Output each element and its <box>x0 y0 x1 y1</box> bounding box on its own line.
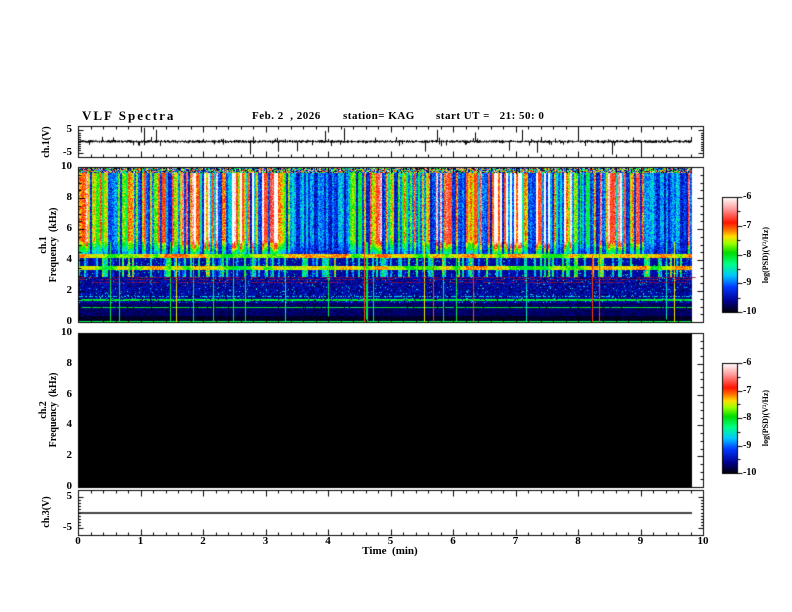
ch2-frequency-label: Frequency (kHz) <box>48 372 59 448</box>
page-title: VLF Spectra <box>82 108 176 123</box>
ch2-spec-y-tick-label: 6 <box>66 387 73 400</box>
colorbar1-tick-label: -10 <box>743 306 757 317</box>
x-axis-title: Time (min) <box>362 545 418 557</box>
x-tick-label: 3 <box>262 535 269 547</box>
colorbar2-label: log(PSD)(V²/Hz) <box>761 389 770 447</box>
ch2-spec-y-tick-label: 2 <box>66 449 73 462</box>
x-tick-label: 7 <box>512 535 519 547</box>
x-tick-label: 8 <box>575 535 581 547</box>
x-tick-label: 2 <box>200 535 206 547</box>
ch1-wave-y-tick-label: -5 <box>62 145 72 158</box>
colorbar1-tick-label: -6 <box>743 191 752 202</box>
ch2-spec-y-tick-label: 10 <box>61 326 72 338</box>
colorbar1-tick-label: -9 <box>743 277 752 289</box>
colorbar1-tick-label: -7 <box>743 219 752 231</box>
x-tick-label: 9 <box>637 535 644 547</box>
ch2-spec-y-tick-label: 4 <box>66 418 73 431</box>
station-label: station= KAG <box>343 110 415 122</box>
colorbar2-tick-label: -6 <box>743 357 752 368</box>
ch1-spec-y-tick-label: 6 <box>66 222 73 234</box>
x-tick-label: 4 <box>325 535 331 547</box>
ch1-wave-y-tick-label: 5 <box>66 123 73 136</box>
colorbar2-tick-label: -9 <box>743 439 752 451</box>
ch1-spec-y-tick-label: 10 <box>61 160 72 172</box>
ch1-spec-y-tick-label: 4 <box>66 253 73 265</box>
colorbar1-tick-label: -8 <box>743 248 752 260</box>
plot-canvas <box>0 0 792 612</box>
ch3-wave-y-tick-label: 5 <box>66 490 73 502</box>
x-tick-label: 0 <box>75 535 81 547</box>
ch2-frequency-axis-label: ch.2 Frequency (kHz) <box>38 372 59 448</box>
colorbar2-tick-label: -10 <box>743 467 757 478</box>
colorbar2-tick-label: -8 <box>743 412 752 423</box>
x-tick-label: 5 <box>387 535 394 547</box>
x-tick-label: 1 <box>137 535 144 547</box>
ch1-spec-y-tick-label: 8 <box>66 191 73 203</box>
x-tick-label: 10 <box>697 535 709 547</box>
colorbar1-label: log(PSD)(V²/Hz) <box>761 226 770 284</box>
ch2-spec-y-tick-label: 8 <box>66 356 73 369</box>
ch1-voltage-axis-label: ch.1(V) <box>41 126 52 158</box>
colorbar2-tick-label: -7 <box>743 384 752 396</box>
ch3-wave-y-tick-label: -5 <box>62 521 72 533</box>
ch1-frequency-axis-label: ch.1 Frequency (kHz) <box>38 207 59 283</box>
ch1-frequency-label: Frequency (kHz) <box>48 207 59 283</box>
ch3-voltage-axis-label: ch.3(V) <box>41 496 52 528</box>
start-ut-label: start UT = 21: 50: 0 <box>436 110 545 122</box>
vlf-spectra-screen: { "header": { "title": "VLF Spectra", "d… <box>0 0 792 612</box>
x-tick-label: 6 <box>450 535 456 547</box>
ch1-spec-y-tick-label: 2 <box>66 284 73 296</box>
date-label: Feb. 2 , 2026 <box>252 110 321 122</box>
